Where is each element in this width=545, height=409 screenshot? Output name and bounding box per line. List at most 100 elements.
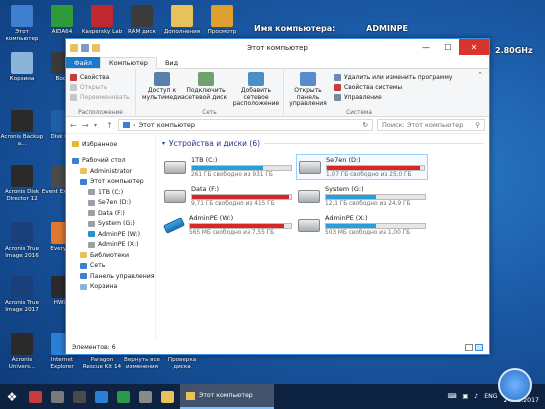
search-input[interactable]: Поиск: Этот компьютер ⚲ (377, 119, 485, 131)
nav-item[interactable]: AdminPE (X:) (66, 240, 155, 251)
taskbar-pin[interactable] (90, 384, 112, 409)
desktop-icon[interactable]: RAM диск (120, 5, 164, 36)
drive-name: AdminPE (W:) (189, 214, 234, 222)
add-network-location-button[interactable]: Добавить сетевое расположение (230, 72, 282, 108)
drive-tile[interactable]: Data (F:) 9,71 ГБ свободно из 415 ГБ (162, 183, 294, 209)
desktop-icon-label: Kaspersky Lab (81, 29, 123, 35)
forward-arrow-icon[interactable]: → (82, 121, 90, 130)
section-header[interactable]: ▾ Устройства и диски (6) (162, 139, 484, 148)
tab-file[interactable]: Файл (66, 57, 100, 68)
desktop-icon[interactable]: Дополнения (160, 5, 204, 36)
aida64-icon (51, 5, 73, 27)
navigation-pane: Избранное Рабочий стол Administrator Этот к… (66, 135, 156, 340)
desktop-icon-label: Acronis Univers... (8, 357, 36, 370)
drive-tile[interactable]: AdminPE (W:) 565 МБ свободно из 7,55 ГБ (162, 212, 294, 238)
drive-name: Data (F:) (191, 185, 220, 193)
desktop-icon[interactable]: Kaspersky Lab (80, 5, 124, 36)
libraries-icon (80, 252, 87, 259)
address-path[interactable]: › Этот компьютер ↻ (118, 119, 373, 131)
computer-icon (80, 178, 87, 185)
nav-item[interactable]: Корзина (66, 282, 155, 293)
hard-drive-icon (298, 189, 320, 203)
cpu-info: 2.80GHz (495, 46, 533, 55)
start-button[interactable]: ❖ (0, 384, 24, 409)
properties-button[interactable]: Свойства (70, 72, 135, 82)
desktop-icon[interactable]: Acronis Backup a... (0, 110, 44, 147)
up-arrow-icon[interactable]: ↑ (106, 121, 114, 130)
desktop-icon[interactable]: Этот компьютер (0, 5, 44, 42)
nav-item[interactable]: 1TB (C:) (66, 187, 155, 198)
explorer-window: Этот компьютер — ☐ ✕ Файл Компьютер Вид … (65, 38, 490, 355)
nav-item[interactable]: Панель управления (66, 271, 155, 282)
nav-item[interactable]: Administrator (66, 166, 155, 177)
desktop-icon[interactable]: Корзина (0, 52, 44, 83)
taskbar-pin[interactable] (24, 384, 46, 409)
desktop-icon[interactable]: AIDA64 (40, 5, 84, 36)
desktop-icon[interactable]: Просмотр (200, 5, 244, 36)
acronis-ti-icon (11, 222, 33, 244)
details-view-icon[interactable] (465, 343, 473, 351)
taskbar-pin[interactable] (68, 384, 90, 409)
system-properties-button[interactable]: Свойства системы (334, 82, 452, 92)
desktop-icon[interactable]: Acronis Disk Director 12 (0, 165, 44, 202)
content-pane: ▾ Устройства и диски (6) 1TB (C:) 261 ГБ с… (162, 139, 484, 339)
uninstall-program-button[interactable]: Удалить или изменить программу (334, 72, 452, 82)
back-arrow-icon[interactable]: ← (70, 121, 78, 130)
search-icon: ⚲ (475, 121, 480, 129)
drive-tile[interactable]: System (G:) 12,1 ГБ свободно из 24,9 ГБ (296, 183, 428, 209)
nav-item[interactable]: System (G:) (66, 219, 155, 230)
taskbar-explorer-task[interactable]: Этот компьютер (180, 384, 274, 409)
title-bar[interactable]: Этот компьютер — ☐ ✕ (66, 39, 489, 57)
desktop-icon-label: Paragon Rescue Kit 14 (82, 357, 122, 370)
computer-icon (11, 5, 33, 27)
drive-tile[interactable]: 1TB (C:) 261 ГБ свободно из 931 ГБ (162, 154, 294, 180)
app-icon (116, 390, 130, 403)
language-indicator[interactable]: ENG (484, 393, 497, 400)
recent-dropdown-icon[interactable]: ▾ (94, 122, 102, 129)
nav-item[interactable]: Data (F:) (66, 208, 155, 219)
taskbar-pin[interactable] (112, 384, 134, 409)
nav-item[interactable]: Сеть (66, 261, 155, 272)
nav-item[interactable]: Se7en (D:) (66, 198, 155, 209)
tab-computer[interactable]: Компьютер (99, 57, 157, 69)
maximize-button[interactable]: ☐ (437, 39, 459, 55)
network-tray-icon[interactable]: ▣ (462, 393, 468, 400)
keyboard-icon[interactable]: ⌨ (447, 393, 456, 400)
refresh-icon[interactable]: ↻ (363, 121, 368, 129)
nav-item[interactable]: Избранное (66, 139, 155, 150)
nav-item[interactable]: Библиотеки (66, 250, 155, 261)
drive-tile[interactable]: AdminPE (X:) 503 МБ свободно из 1,00 ГБ (296, 212, 428, 238)
usage-bar (326, 165, 425, 171)
taskbar-pin[interactable] (46, 384, 68, 409)
tiles-view-icon[interactable] (475, 343, 483, 351)
sysinfo-label: Имя компьютера: (254, 24, 336, 33)
open-control-panel-button[interactable]: Открыть панель управления (286, 72, 330, 108)
tab-view[interactable]: Вид (157, 57, 186, 68)
media-access-button[interactable]: Доступ к мультимедиа (142, 72, 185, 101)
path-segment[interactable]: Этот компьютер (139, 121, 195, 129)
open-button[interactable]: Открыть (70, 82, 135, 92)
manage-button[interactable]: Управление (334, 92, 452, 102)
drive-icon (88, 189, 95, 196)
nav-item[interactable]: AdminPE (W:) (66, 229, 155, 240)
map-network-drive-button[interactable]: Подключить сетевой диск (184, 72, 228, 101)
app-icon (28, 390, 42, 403)
system-info: Имя компьютера: ADMINPE (254, 24, 408, 33)
minimize-button[interactable]: — (415, 39, 437, 55)
desktop-icon[interactable]: Acronis True Image 2017 (0, 276, 44, 313)
ribbon-group-location: Свойства Открыть Переименовать Расположе… (66, 69, 136, 117)
desktop-icon[interactable]: Acronis True Image 2016 (0, 222, 44, 259)
ribbon-collapse-icon[interactable]: ⌃ (477, 71, 483, 79)
taskbar-pin[interactable] (156, 384, 178, 409)
nav-item[interactable]: Рабочий стол (66, 156, 155, 167)
volume-icon[interactable]: ♪ (474, 393, 478, 400)
desktop-icon-label: Дополнения (163, 29, 201, 35)
rename-button[interactable]: Переименовать (70, 92, 135, 102)
usb-drive-icon (163, 216, 185, 234)
drive-tile[interactable]: Se7en (D:) 1,07 ГБ свободно из 25,0 ГБ (296, 154, 428, 180)
nav-item[interactable]: Этот компьютер (66, 177, 155, 188)
taskbar-pin[interactable] (134, 384, 156, 409)
close-button[interactable]: ✕ (459, 39, 489, 55)
desktop-icon[interactable]: Acronis Univers... (0, 333, 44, 370)
sysinfo-value: ADMINPE (366, 24, 408, 33)
